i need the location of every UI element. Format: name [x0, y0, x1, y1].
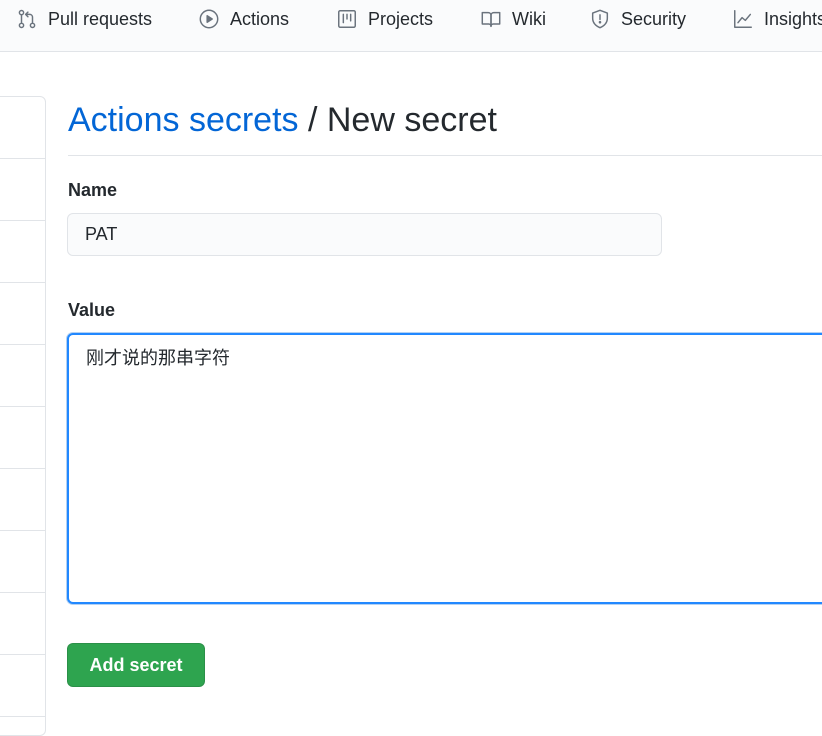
add-secret-button[interactable]: Add secret: [67, 643, 205, 687]
git-pull-request-icon: [18, 9, 36, 29]
name-label: Name: [68, 180, 118, 200]
nav-tab-wiki[interactable]: Wiki: [480, 0, 546, 38]
nav-tab-actions[interactable]: Actions: [198, 0, 289, 38]
sidebar-item[interactable]: [0, 531, 45, 593]
value-label: Value: [68, 300, 116, 320]
graph-icon: [734, 10, 752, 28]
nav-tab-security[interactable]: Security: [589, 0, 686, 38]
nav-tab-projects[interactable]: Projects: [336, 0, 433, 38]
sidebar-item[interactable]: [0, 345, 45, 407]
breadcrumb-separator: /: [298, 101, 327, 139]
page-title: New secret: [326, 101, 497, 139]
nav-tab-label: Insights: [764, 8, 822, 29]
nav-tab-pull-requests[interactable]: Pull requests: [16, 0, 152, 38]
sidebar-item[interactable]: [0, 407, 45, 469]
nav-tab-label: Security: [621, 8, 687, 29]
nav-tab-insights[interactable]: Insights: [732, 0, 822, 38]
project-icon: [338, 10, 356, 28]
sidebar-item[interactable]: [0, 97, 45, 159]
sidebar-item[interactable]: [0, 221, 45, 283]
nav-tab-label: Wiki: [512, 8, 546, 29]
nav-tab-label: Projects: [368, 8, 434, 29]
breadcrumb-link-actions-secrets[interactable]: Actions secrets: [68, 101, 299, 139]
shield-icon: [591, 9, 609, 29]
book-icon: [481, 11, 501, 28]
settings-sidebar: [0, 96, 46, 736]
breadcrumb: Actions secrets / New secret: [68, 96, 822, 156]
play-icon: [199, 9, 219, 29]
sidebar-item[interactable]: [0, 159, 45, 221]
repo-nav: Pull requests Actions Projects Wiki Secu…: [0, 0, 822, 52]
sidebar-item[interactable]: [0, 469, 45, 531]
nav-tab-label: Actions: [230, 8, 290, 29]
nav-tab-label: Pull requests: [48, 8, 153, 29]
secret-name-input[interactable]: [67, 213, 662, 256]
sidebar-item[interactable]: [0, 593, 45, 655]
secret-value-textarea[interactable]: 刚才说的那串字符: [67, 333, 822, 604]
sidebar-item[interactable]: [0, 283, 45, 345]
sidebar-item[interactable]: [0, 655, 45, 717]
